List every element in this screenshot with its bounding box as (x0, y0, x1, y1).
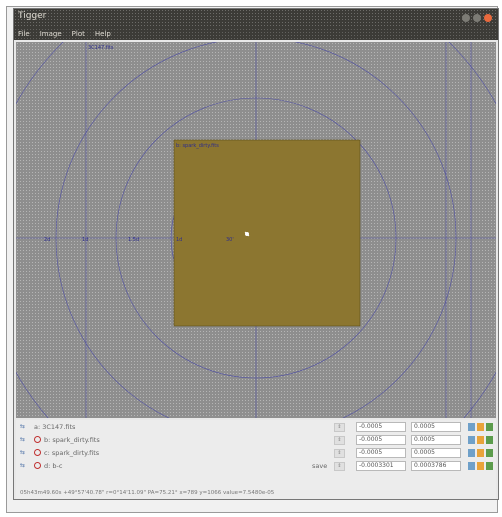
status-bar: 05h43m49.60s +49°57'40.78" r=0°14'11.09"… (20, 490, 275, 496)
layer-visible-icon[interactable]: ⇆ (20, 450, 29, 456)
lock-icon[interactable] (477, 423, 484, 431)
layer-row-a[interactable]: ⇆ a: 3C147.fits ⇕ -0.0005 0.0005 (16, 422, 496, 433)
layer-tools (468, 423, 493, 431)
min-field[interactable]: -0.0005 (356, 422, 406, 432)
colormap-icon[interactable] (468, 462, 475, 470)
window-controls (462, 14, 492, 22)
menu-help[interactable]: Help (95, 28, 111, 40)
colormap-icon[interactable] (468, 436, 475, 444)
colormap-icon[interactable] (468, 449, 475, 457)
lock-icon[interactable] (477, 449, 484, 457)
min-field[interactable]: -0.0005 (356, 435, 406, 445)
remove-layer-icon[interactable] (34, 462, 41, 469)
layer-panel: ⇆ a: 3C147.fits ⇕ -0.0005 0.0005 ⇆ b: sp… (16, 420, 496, 499)
label-source-top: 3C147.fits (88, 45, 114, 51)
layer-name: a: 3C147.fits (34, 423, 76, 431)
grid-label: 2d (44, 237, 50, 243)
label-source-box: b: spark_dirty.fits (176, 143, 219, 149)
layer-row-c[interactable]: ⇆ c: spark_dirty.fits ⇕ -0.0005 0.0005 (16, 448, 496, 459)
title-bar: Tigger (14, 9, 498, 28)
layer-tools (468, 462, 493, 470)
order-stepper[interactable]: ⇕ (334, 423, 345, 432)
minimize-icon[interactable] (462, 14, 470, 22)
grid-label: 1.5d (128, 237, 139, 243)
order-stepper[interactable]: ⇕ (334, 449, 345, 458)
window-title: Tigger (18, 11, 47, 21)
layer-tools (468, 436, 493, 444)
sky-plot[interactable]: 3C147.fits b: spark_dirty.fits 2d 1d 1.5… (16, 42, 496, 418)
grid-label: 1d (176, 237, 182, 243)
menu-file[interactable]: File (18, 28, 30, 40)
histogram-icon[interactable] (486, 462, 493, 470)
image-canvas[interactable]: 3C147.fits b: spark_dirty.fits 2d 1d 1.5… (16, 42, 496, 418)
cursor-marker-icon (244, 231, 250, 237)
save-button[interactable]: save (312, 461, 327, 472)
remove-layer-icon[interactable] (34, 436, 41, 443)
layer-visible-icon[interactable]: ⇆ (20, 463, 29, 469)
max-field[interactable]: 0.0003786 (411, 461, 461, 471)
layer-name: b: spark_dirty.fits (44, 436, 100, 444)
grid-label: 1d (82, 237, 88, 243)
histogram-icon[interactable] (486, 449, 493, 457)
layer-row-b[interactable]: ⇆ b: spark_dirty.fits ⇕ -0.0005 0.0005 (16, 435, 496, 446)
histogram-icon[interactable] (486, 436, 493, 444)
colormap-icon[interactable] (468, 423, 475, 431)
layer-name: c: spark_dirty.fits (44, 449, 100, 457)
histogram-icon[interactable] (486, 423, 493, 431)
layer-visible-icon[interactable]: ⇆ (20, 437, 29, 443)
order-stepper[interactable]: ⇕ (334, 462, 345, 471)
lock-icon[interactable] (477, 436, 484, 444)
app-window: Tigger File Image Plot Help 3C147.fits b… (14, 9, 498, 499)
min-field[interactable]: -0.0005 (356, 448, 406, 458)
menu-image[interactable]: Image (40, 28, 62, 40)
menu-plot[interactable]: Plot (72, 28, 85, 40)
grid-label: 30' (226, 237, 234, 243)
max-field[interactable]: 0.0005 (411, 422, 461, 432)
layer-name: d: b-c (44, 462, 63, 470)
layer-visible-icon[interactable]: ⇆ (20, 424, 29, 430)
max-field[interactable]: 0.0005 (411, 435, 461, 445)
menu-bar: File Image Plot Help (14, 28, 498, 40)
remove-layer-icon[interactable] (34, 449, 41, 456)
layer-tools (468, 449, 493, 457)
close-window-icon[interactable] (484, 14, 492, 22)
min-field[interactable]: -0.0003301 (356, 461, 406, 471)
layer-row-d[interactable]: ⇆ d: b-c save ⇕ -0.0003301 0.0003786 (16, 461, 496, 472)
max-field[interactable]: 0.0005 (411, 448, 461, 458)
maximize-icon[interactable] (473, 14, 481, 22)
order-stepper[interactable]: ⇕ (334, 436, 345, 445)
lock-icon[interactable] (477, 462, 484, 470)
image-layer-b[interactable] (173, 139, 361, 327)
